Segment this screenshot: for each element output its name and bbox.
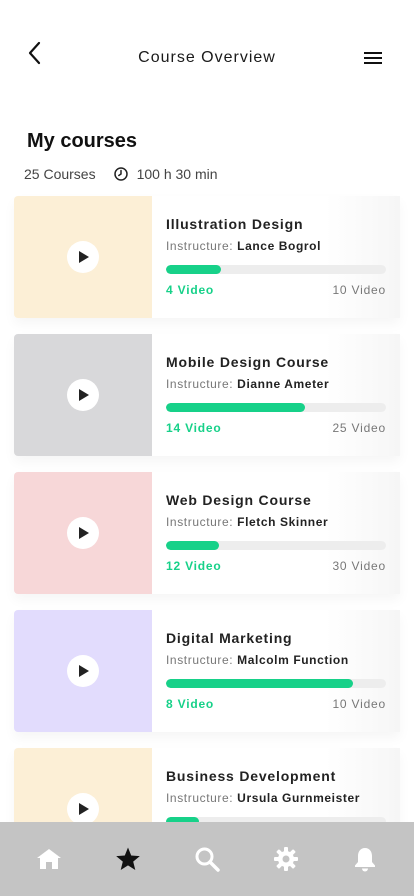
videos-total: 25 Video <box>332 421 386 435</box>
instructor-name: Lance Bogrol <box>237 239 322 253</box>
menu-button[interactable] <box>364 52 384 68</box>
course-thumbnail <box>14 334 152 456</box>
course-title: Web Design Course <box>166 492 312 508</box>
videos-completed: 12 Video <box>166 559 222 573</box>
progress-bar <box>166 265 386 274</box>
star-icon <box>116 847 140 870</box>
total-duration: 100 h 30 min <box>113 166 218 182</box>
instructor-label: Instructure: <box>166 239 234 253</box>
bell-icon <box>354 848 375 872</box>
nav-home[interactable] <box>29 839 69 879</box>
hamburger-line <box>364 62 382 64</box>
bottom-navigation <box>0 822 414 896</box>
videos-total: 10 Video <box>332 283 386 297</box>
hamburger-line <box>364 57 382 59</box>
instructor-line: Instructure: Dianne Ameter <box>166 377 386 391</box>
course-thumbnail <box>14 472 152 594</box>
course-stats: 25 Courses 100 h 30 min <box>24 166 218 182</box>
section-title: My courses <box>27 130 138 152</box>
instructor-line: Instructure: Fletch Skinner <box>166 515 386 529</box>
course-info: Web Design Course Instructure: Fletch Sk… <box>152 472 400 594</box>
course-card[interactable]: Mobile Design Course Instructure: Dianne… <box>14 334 400 456</box>
nav-favorites[interactable] <box>108 839 148 879</box>
nav-settings[interactable] <box>266 839 306 879</box>
play-icon <box>79 527 89 539</box>
progress-bar <box>166 679 386 688</box>
video-counts: 12 Video 30 Video <box>166 559 386 573</box>
progress-fill <box>166 265 221 274</box>
duration-text: 100 h 30 min <box>136 166 218 182</box>
play-button[interactable] <box>67 379 99 411</box>
video-counts: 8 Video 10 Video <box>166 697 386 711</box>
page-title: Course Overview <box>138 49 276 66</box>
top-bar: Course Overview <box>0 0 414 100</box>
gear-icon <box>273 847 298 871</box>
nav-search[interactable] <box>187 839 227 879</box>
course-title: Illustration Design <box>166 216 304 232</box>
instructor-name: Dianne Ameter <box>237 377 330 391</box>
progress-fill <box>166 679 353 688</box>
instructor-line: Instructure: Ursula Gurnmeister <box>166 791 386 805</box>
videos-completed: 8 Video <box>166 697 215 711</box>
videos-total: 30 Video <box>332 559 386 573</box>
videos-completed: 14 Video <box>166 421 222 435</box>
instructor-label: Instructure: <box>166 515 234 529</box>
course-card[interactable]: Illustration Design Instructure: Lance B… <box>14 196 400 318</box>
video-counts: 14 Video 25 Video <box>166 421 386 435</box>
play-icon <box>79 665 89 677</box>
instructor-line: Instructure: Lance Bogrol <box>166 239 386 253</box>
course-info: Digital Marketing Instructure: Malcolm F… <box>152 610 400 732</box>
course-count: 25 Courses <box>24 166 96 182</box>
progress-fill <box>166 403 305 412</box>
course-title: Business Development <box>166 768 337 784</box>
instructor-label: Instructure: <box>166 653 234 667</box>
instructor-label: Instructure: <box>166 377 234 391</box>
course-title: Mobile Design Course <box>166 354 330 370</box>
instructor-name: Fletch Skinner <box>237 515 329 529</box>
play-button[interactable] <box>67 517 99 549</box>
play-button[interactable] <box>67 793 99 825</box>
progress-fill <box>166 541 219 550</box>
course-info: Illustration Design Instructure: Lance B… <box>152 196 400 318</box>
play-icon <box>79 251 89 263</box>
course-list: Illustration Design Instructure: Lance B… <box>14 196 400 886</box>
nav-notifications[interactable] <box>345 839 385 879</box>
course-info: Mobile Design Course Instructure: Dianne… <box>152 334 400 456</box>
course-card[interactable]: Web Design Course Instructure: Fletch Sk… <box>14 472 400 594</box>
hamburger-menu-icon <box>364 52 382 54</box>
instructor-label: Instructure: <box>166 791 234 805</box>
play-icon <box>79 803 89 815</box>
play-button[interactable] <box>67 241 99 273</box>
play-button[interactable] <box>67 655 99 687</box>
videos-completed: 4 Video <box>166 283 215 297</box>
videos-total: 10 Video <box>332 697 386 711</box>
progress-bar <box>166 541 386 550</box>
search-icon <box>195 847 220 872</box>
instructor-name: Ursula Gurnmeister <box>237 791 361 805</box>
progress-bar <box>166 403 386 412</box>
video-counts: 4 Video 10 Video <box>166 283 386 297</box>
course-title: Digital Marketing <box>166 630 293 646</box>
course-thumbnail <box>14 610 152 732</box>
instructor-line: Instructure: Malcolm Function <box>166 653 386 667</box>
course-thumbnail <box>14 196 152 318</box>
clock-icon <box>113 167 128 181</box>
instructor-name: Malcolm Function <box>237 653 349 667</box>
home-icon <box>37 849 62 869</box>
course-card[interactable]: Digital Marketing Instructure: Malcolm F… <box>14 610 400 732</box>
play-icon <box>79 389 89 401</box>
